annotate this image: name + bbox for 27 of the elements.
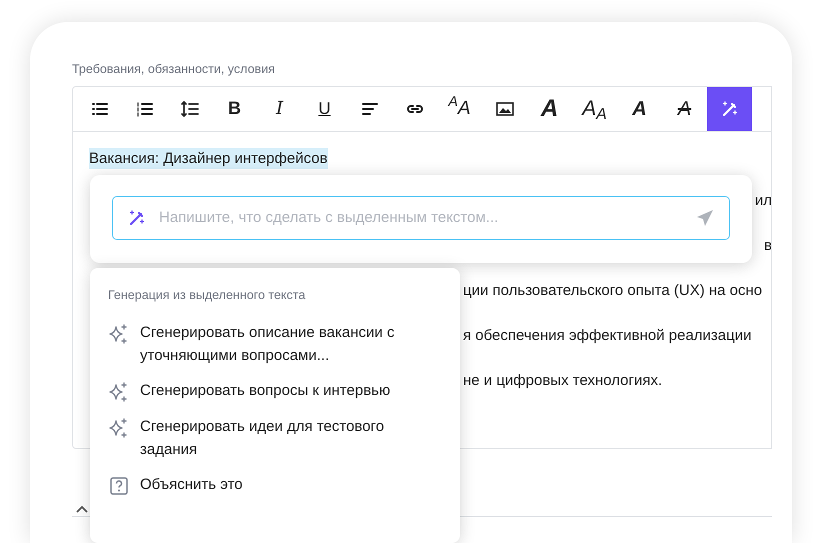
menu-section-title: Генерация из выделенного текста — [107, 287, 306, 304]
font-size-button[interactable]: $^{A}$A — [437, 86, 482, 131]
prompt-field[interactable]: Напишите, что сделать с выделенным текстом... — [112, 196, 730, 240]
font-case-button[interactable]: A$_{A}$ — [572, 86, 617, 131]
paragraph-text: в — [764, 236, 771, 256]
italic-button[interactable]: I — [257, 86, 302, 131]
paragraph-text: не и цифровых технологиях. — [463, 370, 662, 390]
question-icon — [108, 474, 130, 497]
paragraph-text: ции пользовательского опыта (UX) на осно — [463, 280, 762, 300]
menu-item[interactable]: Сгенерировать вопросы к интервью — [90, 372, 460, 409]
font-color-button[interactable]: A — [617, 86, 662, 131]
menu-item[interactable]: Сгенерировать описание вакансии с уточняющими вопросами... — [90, 314, 460, 373]
magic-wand-icon — [127, 208, 147, 228]
magic-button[interactable] — [707, 86, 752, 131]
font-button[interactable]: A — [527, 86, 572, 131]
bold-button[interactable]: B — [212, 86, 257, 131]
menu-item[interactable]: Сгенерировать идеи для тестового задания — [90, 408, 460, 467]
paragraph-text: ил — [754, 190, 771, 210]
clear-format-button[interactable]: A — [662, 86, 707, 131]
paragraph-text: я обеспечения эффективной реализации — [463, 326, 752, 346]
line-spacing-icon — [180, 98, 200, 119]
chevron-up-icon — [76, 504, 88, 513]
selected-text: Вакансия: Дизайнер интерфейсов — [89, 148, 328, 169]
menu-item[interactable]: Объяснить это — [90, 466, 460, 503]
underline-button[interactable]: U — [302, 86, 347, 131]
prompt-input[interactable]: Напишите, что сделать с выделенным текстом... — [157, 206, 685, 230]
field-label: Требования, обязанности, условия — [72, 61, 276, 78]
